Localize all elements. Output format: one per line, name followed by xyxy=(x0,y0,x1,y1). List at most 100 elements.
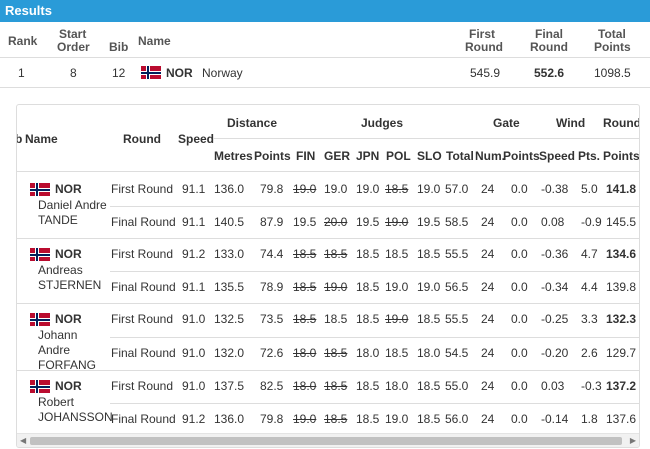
athlete-name-line[interactable]: Johann xyxy=(38,328,77,342)
cell-ger: 18.5 xyxy=(324,345,348,360)
detail-header-fin[interactable]: FIN xyxy=(296,149,315,163)
cell-points: 79.8 xyxy=(260,411,284,426)
cell-gate-pts: 0.0 xyxy=(511,214,528,229)
scroll-left-icon[interactable]: ◀ xyxy=(20,436,26,445)
cell-round-pts: 145.5 xyxy=(606,214,637,229)
cell-fin: 18.5 xyxy=(293,279,317,294)
cell-metres: 132.0 xyxy=(214,345,245,360)
header-start-order-line1[interactable]: Start xyxy=(59,27,86,41)
cell-total: 54.5 xyxy=(445,345,469,360)
cell-slo: 19.5 xyxy=(417,214,441,229)
cell-num: 24 xyxy=(481,312,495,326)
cell-slo: 18.5 xyxy=(417,312,441,326)
detail-header-judges: Judges xyxy=(361,116,404,130)
athlete-name-line[interactable]: TANDE xyxy=(38,213,78,227)
summary-table: Rank Start Order Bib Name First Round Fi… xyxy=(0,22,650,88)
cell-wind-pts: 2.6 xyxy=(581,345,598,360)
cell-fin: 18.5 xyxy=(293,247,317,261)
detail-panel: b Name Round Speed Distance Metres Point… xyxy=(16,104,640,448)
cell-wind-pts: 4.4 xyxy=(581,279,598,294)
detail-header-wind-pts[interactable]: Pts. xyxy=(578,149,600,163)
detail-header-num[interactable]: Num. xyxy=(475,149,505,163)
athlete-name-line[interactable]: JOHANSSON xyxy=(38,410,113,424)
cell-wind-speed: -0.36 xyxy=(541,247,569,261)
summary-header: Rank Start Order Bib Name First Round Fi… xyxy=(0,22,650,58)
header-total-points-line1[interactable]: Total xyxy=(598,27,626,41)
cell-total: 56.0 xyxy=(445,411,469,426)
cell-fin: 19.0 xyxy=(293,182,317,196)
header-start-order-line2[interactable]: Order xyxy=(57,40,90,54)
header-final-round-line1[interactable]: Final xyxy=(535,27,563,41)
cell-num: 24 xyxy=(481,345,495,360)
cell-gate-pts: 0.0 xyxy=(511,279,528,294)
cell-ger: 18.5 xyxy=(324,411,348,426)
detail-header-total[interactable]: Total xyxy=(446,149,474,163)
header-rank[interactable]: Rank xyxy=(8,34,37,48)
header-total-points-line2[interactable]: Points xyxy=(594,40,631,54)
header-final-round-line2[interactable]: Round xyxy=(530,40,568,54)
header-bib[interactable]: Bib xyxy=(109,40,128,54)
cell-gate-pts: 0.0 xyxy=(511,247,528,261)
cell-speed: 91.0 xyxy=(182,345,206,360)
athlete-country-code: NOR xyxy=(55,379,82,393)
cell-wind-pts: -0.3 xyxy=(581,379,602,393)
athlete-name-line[interactable]: Robert xyxy=(38,395,74,409)
cell-metres: 135.5 xyxy=(214,279,245,294)
cell-metres: 136.0 xyxy=(214,411,245,426)
cell-ger: 18.5 xyxy=(324,247,348,261)
cell-jpn: 18.5 xyxy=(356,379,380,393)
summary-country-code: NOR xyxy=(166,66,193,80)
header-first-round-line1[interactable]: First xyxy=(469,27,495,41)
detail-header-metres[interactable]: Metres xyxy=(214,149,253,163)
cell-gate-pts: 0.0 xyxy=(511,379,528,393)
header-first-round-line2[interactable]: Round xyxy=(465,40,503,54)
detail-header-points[interactable]: Points xyxy=(254,149,291,163)
scroll-right-icon[interactable]: ▶ xyxy=(630,436,636,445)
detail-header-round-points[interactable]: Points xyxy=(603,149,639,163)
detail-header-slo[interactable]: SLO xyxy=(417,149,442,163)
detail-header-round-group: Round xyxy=(603,116,640,130)
cell-metres: 132.5 xyxy=(214,312,245,326)
cell-fin: 19.0 xyxy=(293,411,317,426)
cell-pol: 18.5 xyxy=(385,247,409,261)
round-divider xyxy=(110,205,639,207)
cell-fin: 18.0 xyxy=(293,379,317,393)
cell-speed: 91.2 xyxy=(182,411,206,426)
athlete-name-line[interactable]: Daniel Andre xyxy=(38,198,107,212)
detail-header-ger[interactable]: GER xyxy=(324,149,350,163)
cell-wind-speed: -0.20 xyxy=(541,345,569,360)
cell-pol: 19.0 xyxy=(385,214,409,229)
athlete-name-line[interactable]: Andre xyxy=(38,343,70,357)
cell-round-pts: 137.2 xyxy=(606,379,637,393)
cell-gate-pts: 0.0 xyxy=(511,182,528,196)
header-name[interactable]: Name xyxy=(138,34,171,48)
header-divider xyxy=(213,138,639,139)
detail-header-speed[interactable]: Speed xyxy=(178,132,214,146)
athlete-name-line[interactable]: STJERNEN xyxy=(38,278,101,292)
horizontal-scrollbar[interactable]: ◀ ▶ xyxy=(17,433,639,447)
detail-header-name[interactable]: Name xyxy=(25,132,58,146)
scrollbar-thumb[interactable] xyxy=(30,437,622,445)
athlete-country-code: NOR xyxy=(55,182,82,196)
detail-header-jpn[interactable]: JPN xyxy=(356,149,379,163)
cell-wind-speed: -0.25 xyxy=(541,312,569,326)
detail-header-round[interactable]: Round xyxy=(123,132,161,146)
detail-header-gate-points[interactable]: Points xyxy=(503,149,540,163)
athlete-name-line[interactable]: Andreas xyxy=(38,263,83,277)
cell-total: 58.5 xyxy=(445,214,469,229)
cell-total: 57.0 xyxy=(445,182,469,196)
detail-header-wind-speed[interactable]: Speed xyxy=(539,149,575,163)
cell-jpn: 18.5 xyxy=(356,279,380,294)
cell-gate-pts: 0.0 xyxy=(511,345,528,360)
summary-country[interactable]: Norway xyxy=(202,66,243,80)
cell-speed: 91.1 xyxy=(182,182,206,196)
cell-num: 24 xyxy=(481,411,495,426)
summary-row[interactable]: 1 8 12 NOR Norway 545.9 552.6 1098.5 xyxy=(0,58,650,88)
detail-header-pol[interactable]: POL xyxy=(386,149,411,163)
summary-final-round: 552.6 xyxy=(534,66,565,80)
detail-table: b Name Round Speed Distance Metres Point… xyxy=(17,105,640,436)
cell-metres: 133.0 xyxy=(214,247,245,261)
cell-speed: 91.1 xyxy=(182,214,206,229)
round-name: Final Round xyxy=(111,345,176,360)
detail-header-gate: Gate xyxy=(493,116,520,130)
